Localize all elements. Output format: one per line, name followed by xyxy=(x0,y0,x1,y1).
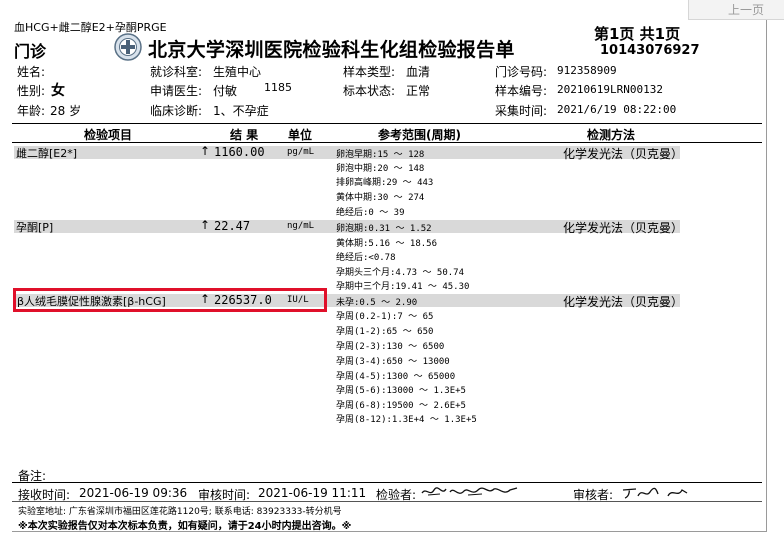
report-number: 10143076927 xyxy=(600,43,700,58)
footer-divider xyxy=(12,482,762,483)
reviewer-signature-icon xyxy=(622,487,688,499)
test-method: 化学发光法（贝克曼） xyxy=(563,147,684,161)
result-name: 雌二醇[E2*] xyxy=(16,147,78,160)
reference-range: 孕期头三个月:4.73 ～ 50.74 xyxy=(336,268,465,278)
reference-range: 孕周(5-6):13000 ～ 1.3E+5 xyxy=(336,386,466,396)
column-unit: 单位 xyxy=(288,128,313,142)
lab-address: 实验室地址: 广东省深圳市福田区莲花路1120号; 联系电话: 83923333… xyxy=(18,507,342,517)
review-time-value: 2021-06-19 11:11 xyxy=(258,486,367,500)
header-divider xyxy=(12,123,762,124)
result-value: 22.47 xyxy=(214,219,251,233)
dept-label: 就诊科室: xyxy=(150,65,203,79)
doctor-label: 申请医生: xyxy=(150,84,203,98)
sex-label: 性别: xyxy=(17,84,46,98)
sample-status-label: 标本状态: xyxy=(343,84,396,98)
test-method: 化学发光法（贝克曼） xyxy=(563,221,684,235)
reference-range: 未孕:0.5 ～ 2.90 xyxy=(336,298,418,308)
result-name: 孕酮[P] xyxy=(16,221,54,234)
reference-range: 黄体期:5.16 ～ 18.56 xyxy=(336,239,438,249)
sample-no-value: 20210619LRN00132 xyxy=(557,83,663,96)
reference-range: 孕周(6-8):19500 ～ 2.6E+5 xyxy=(336,401,466,411)
age-label: 年龄: xyxy=(17,104,46,118)
column-divider xyxy=(12,142,762,143)
reference-range: 卵泡中期:20 ～ 148 xyxy=(336,164,425,174)
reference-range: 孕期中三个月:19.41 ～ 45.30 xyxy=(336,282,470,292)
sample-type-value: 血清 xyxy=(406,65,431,79)
column-reference: 参考范围(周期) xyxy=(378,128,461,142)
doctor-value: 付敏 xyxy=(213,84,238,98)
sample-type-label: 样本类型: xyxy=(343,65,396,79)
age-value: 28 岁 xyxy=(50,104,82,118)
highlight-box xyxy=(13,288,327,312)
tester-signature-icon xyxy=(421,487,518,496)
footer-divider-thin xyxy=(12,501,762,502)
clinic-no-value: 912358909 xyxy=(557,64,617,77)
report-title: 北京大学深圳医院检验科生化组检验报告单 xyxy=(148,39,515,61)
reference-range: 孕周(0.2-1):7 ～ 65 xyxy=(336,312,434,322)
result-value: 1160.00 xyxy=(214,145,265,159)
sample-no-label: 样本编号: xyxy=(495,84,548,98)
reference-range: 孕周(8-12):1.3E+4 ～ 1.3E+5 xyxy=(336,415,477,425)
reference-range: 黄体中期:30 ～ 274 xyxy=(336,193,425,203)
result-flag: ↑ xyxy=(200,218,211,232)
reference-range: 卵泡期:0.31 ～ 1.52 xyxy=(336,224,432,234)
doctor-code: 1185 xyxy=(264,81,292,94)
reference-range: 排卵高峰期:29 ～ 443 xyxy=(336,178,434,188)
hospital-logo-icon xyxy=(114,33,142,61)
collect-time-label: 采集时间: xyxy=(495,104,548,118)
column-method: 检测方法 xyxy=(587,128,636,142)
column-item: 检验项目 xyxy=(84,128,133,142)
reference-range: 孕周(1-2):65 ～ 650 xyxy=(336,327,434,337)
reference-range: 孕周(4-5):1300 ～ 65000 xyxy=(336,372,456,382)
result-flag: ↑ xyxy=(200,144,211,158)
prev-page-button[interactable]: 上一页 xyxy=(688,0,784,20)
notice-text: ※本次实验报告仅对本次标本负责，如有疑问，请于24小时内提出咨询。※ xyxy=(18,521,352,532)
test-group-label: 血HCG+雌二醇E2+孕酮PRGE xyxy=(14,21,167,34)
result-unit: ng/mL xyxy=(287,221,315,231)
receive-time-value: 2021-06-19 09:36 xyxy=(79,486,188,500)
reference-range: 卵泡早期:15 ～ 128 xyxy=(336,150,425,160)
reference-range: 孕周(3-4):650 ～ 13000 xyxy=(336,357,450,367)
collect-time-value: 2021/6/19 08:22:00 xyxy=(557,103,677,116)
result-unit: pg/mL xyxy=(287,147,315,157)
reference-range: 绝经后:0 ～ 39 xyxy=(336,208,405,218)
department-label: 门诊 xyxy=(14,42,47,61)
name-label: 姓名: xyxy=(17,65,46,79)
sample-status-value: 正常 xyxy=(406,84,431,98)
test-method: 化学发光法（贝克曼） xyxy=(563,295,684,309)
reference-range: 孕周(2-3):130 ～ 6500 xyxy=(336,342,445,352)
clinic-no-label: 门诊号码: xyxy=(495,65,548,79)
reference-range: 绝经后:<0.78 xyxy=(336,253,396,263)
page-indicator: 第1页 共1页 xyxy=(594,25,681,43)
sex-value: 女 xyxy=(51,83,65,99)
dept-value: 生殖中心 xyxy=(213,65,262,79)
column-result: 结 果 xyxy=(230,128,259,142)
diagnosis-label: 临床诊断: xyxy=(150,104,203,118)
diagnosis-value: 1、不孕症 xyxy=(213,104,269,118)
